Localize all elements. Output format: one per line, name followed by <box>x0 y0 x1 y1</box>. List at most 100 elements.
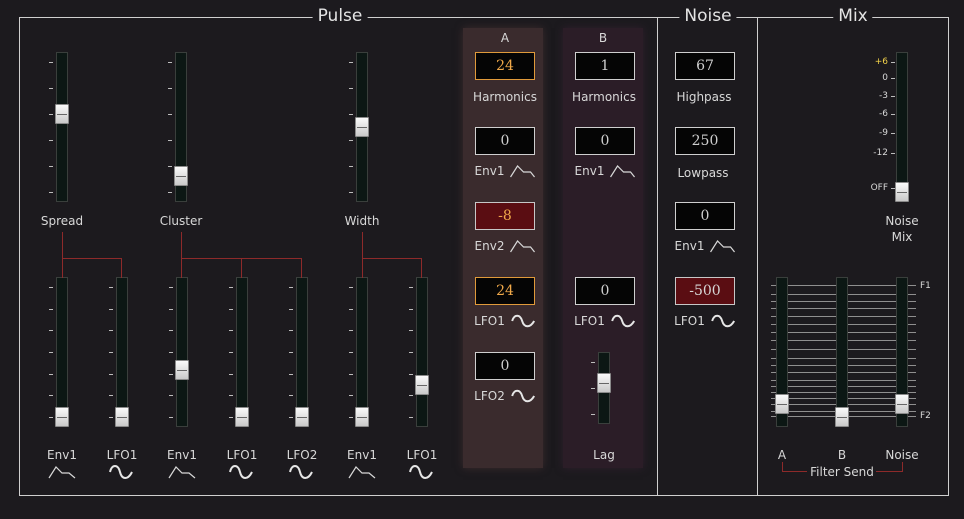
noise-lowpass-value[interactable]: 250 <box>675 127 735 155</box>
slider-tick <box>349 166 353 167</box>
slider-tick <box>109 417 113 418</box>
b-lag-slider[interactable] <box>591 352 614 424</box>
noise-mix-slider-thumb[interactable] <box>895 182 909 202</box>
pulse-mod-label-3: LFO1 <box>226 448 258 462</box>
pulse-mod-lfo1-slider-3-thumb[interactable] <box>235 407 249 427</box>
b-lfo1-label: LFO1 <box>574 314 636 328</box>
pulse-mod-env1-slider-2-thumb[interactable] <box>175 360 189 381</box>
slider-tick <box>349 62 353 63</box>
pulse-mod-lfo1-slider-3-track[interactable] <box>236 277 248 427</box>
pulse-mod-lfo1-slider-1-track[interactable] <box>116 277 128 427</box>
sine-wave-icon <box>288 464 314 484</box>
slider-tick <box>169 287 173 288</box>
pulse-cluster-slider-thumb[interactable] <box>174 166 188 187</box>
filter-send-a-slider[interactable] <box>772 277 792 427</box>
pulse-width-slider-thumb[interactable] <box>355 117 369 137</box>
pulse-mod-lfo1-slider-1[interactable] <box>109 277 132 427</box>
a-harmonics-value[interactable]: 24 <box>475 52 535 80</box>
slider-tick <box>169 330 173 332</box>
pulse-mod-env1-slider-0[interactable] <box>49 277 72 427</box>
filter-send-b-label: B <box>837 448 847 462</box>
slider-tick <box>229 287 233 288</box>
noise-mix-slider[interactable] <box>892 52 912 202</box>
pulse-mod-env1-slider-2-track[interactable] <box>176 277 188 427</box>
noise-env1-label: Env1 <box>675 239 736 253</box>
envelope-icon <box>348 464 376 483</box>
pulse-mod-label-4: LFO2 <box>286 448 318 462</box>
pulse-mod-lfo2-slider-4-thumb[interactable] <box>295 407 309 427</box>
noise-mix-db-tick: -9 <box>879 128 888 138</box>
width-mod-wire <box>362 232 363 278</box>
slider-tick <box>289 330 293 332</box>
slider-tick <box>409 395 413 397</box>
filter-send-b-slider[interactable] <box>832 277 852 427</box>
pulse-mod-env1-slider-5[interactable] <box>349 277 372 427</box>
noise-mix-label-2: Mix <box>891 230 913 244</box>
slider-tick <box>349 287 353 288</box>
a-env2-value[interactable]: -8 <box>475 202 535 230</box>
pulse-mod-lfo1-slider-6[interactable] <box>409 277 432 427</box>
pulse-mod-lfo1-slider-3[interactable] <box>229 277 252 427</box>
pulse-mod-env1-slider-5-thumb[interactable] <box>355 407 369 427</box>
noise-mix-label-1: Noise <box>885 214 919 228</box>
pulse-mod-env1-slider-5-track[interactable] <box>356 277 368 427</box>
pulse-mod-lfo1-slider-1-thumb[interactable] <box>115 407 129 427</box>
b-env1-value[interactable]: 0 <box>575 127 635 155</box>
b-harmonics-value[interactable]: 1 <box>575 52 635 80</box>
width-mod-wire-h <box>362 258 422 259</box>
noise-lfo1-value[interactable]: -500 <box>675 277 735 305</box>
slider-tick <box>169 308 173 310</box>
pulse-mod-lfo1-slider-6-thumb[interactable] <box>415 374 429 395</box>
pulse-spread-slider[interactable] <box>49 52 72 202</box>
pulse-mod-label-6: LFO1 <box>406 448 438 462</box>
pulse-mod-lfo2-slider-4[interactable] <box>289 277 312 427</box>
sine-wave-icon <box>510 389 535 403</box>
noise-env1-value[interactable]: 0 <box>675 202 735 230</box>
envelope-icon <box>609 165 635 178</box>
noise-mix-slider-track[interactable] <box>896 52 908 202</box>
slider-tick <box>591 362 595 363</box>
noise-highpass-value[interactable]: 67 <box>675 52 735 80</box>
pulse-mod-label-0: Env1 <box>47 448 77 462</box>
slider-tick <box>289 417 293 418</box>
filter-send-noise-slider-thumb[interactable] <box>895 394 909 414</box>
pulse-spread-slider-track[interactable] <box>56 52 68 202</box>
pulse-spread-slider-thumb[interactable] <box>55 104 69 124</box>
slider-tick <box>49 417 53 418</box>
pulse-mod-env1-slider-0-thumb[interactable] <box>55 407 69 427</box>
filter-send-a-slider-thumb[interactable] <box>775 394 789 414</box>
slider-tick <box>229 330 233 332</box>
pulse-cluster-slider[interactable] <box>168 52 191 202</box>
envelope-icon <box>168 464 196 483</box>
b-lfo1-value[interactable]: 0 <box>575 277 635 305</box>
filter-f2-marker: F2 <box>920 411 931 421</box>
slider-tick <box>349 140 353 141</box>
pulse-mod-lfo2-slider-4-track[interactable] <box>296 277 308 427</box>
filter-send-noise-slider[interactable] <box>892 277 912 427</box>
slider-tick <box>49 166 53 167</box>
slider-tick <box>349 88 353 89</box>
a-lfo1-value[interactable]: 24 <box>475 277 535 305</box>
pulse-mod-env1-slider-2[interactable] <box>169 277 192 427</box>
cluster-mod-wire <box>181 232 182 278</box>
slider-tick <box>289 308 293 310</box>
slider-tick <box>349 114 353 115</box>
noise-title: Noise <box>679 6 737 26</box>
pulse-width-slider[interactable] <box>349 52 372 202</box>
pulse-mod-env1-slider-0-track[interactable] <box>56 277 68 427</box>
pulse-mod-label-2: Env1 <box>167 448 197 462</box>
slider-tick <box>49 62 53 63</box>
a-env1-value[interactable]: 0 <box>475 127 535 155</box>
a-lfo2-label: LFO2 <box>474 389 536 403</box>
slider-tick <box>49 88 53 89</box>
noise-lowpass-label: Lowpass <box>677 166 729 180</box>
slider-tick <box>591 414 595 415</box>
slider-tick <box>109 352 113 353</box>
pulse-mod-lfo1-slider-6-track[interactable] <box>416 277 428 427</box>
slider-tick <box>229 395 233 397</box>
b-lag-slider-thumb[interactable] <box>597 372 611 393</box>
a-lfo2-value[interactable]: 0 <box>475 352 535 380</box>
slider-tick <box>289 287 293 288</box>
filter-send-b-slider-track[interactable] <box>836 277 848 427</box>
filter-send-b-slider-thumb[interactable] <box>835 407 849 427</box>
